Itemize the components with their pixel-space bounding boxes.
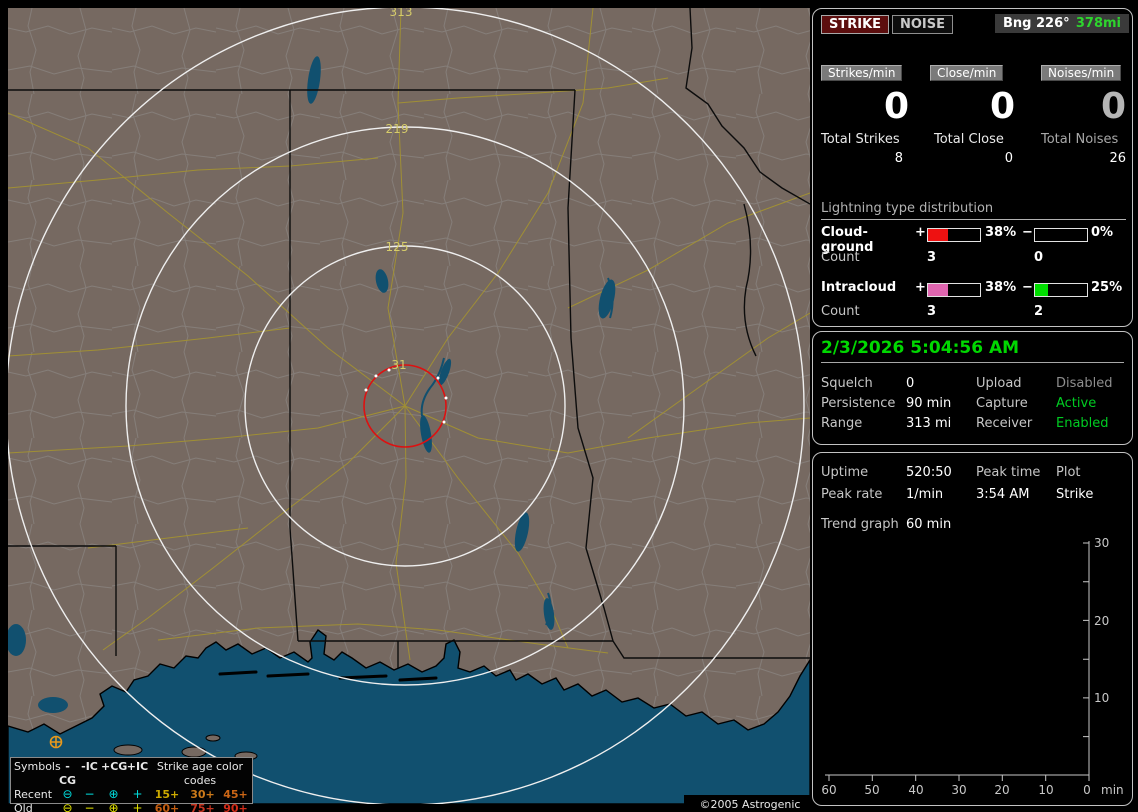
ic-minus-pct: 25% <box>1091 280 1123 295</box>
age-90: 90+ <box>223 802 248 812</box>
x-tick-40: 40 <box>908 783 923 797</box>
cg-minus-sign: − <box>1022 225 1033 240</box>
distribution-title: Lightning type distribution <box>821 201 1126 220</box>
receiver-label: Receiver <box>976 416 1033 431</box>
legend-col-pcg: +CG <box>101 760 128 773</box>
legend-col-pic: +IC <box>126 760 149 773</box>
cg-minus-pct: 0% <box>1091 225 1114 240</box>
ic-plus-bar <box>927 283 981 297</box>
noises-per-min-value: 0 <box>1100 86 1126 127</box>
nexstorm-app-window: 313 219 125 31 ©2005 Astrogenic Systems … <box>0 0 1138 812</box>
ic-count-label: Count <box>821 304 860 319</box>
x-tick-0: 0 <box>1083 783 1091 797</box>
map-legend: Symbols -CG -IC +CG +IC Strike age color… <box>10 757 253 812</box>
legend-col-nic: -IC <box>81 760 98 773</box>
intracloud-label: Intracloud <box>821 280 897 295</box>
ic-plus-sign: + <box>915 280 926 295</box>
persistence-value: 90 min <box>906 396 952 411</box>
capture-status: Active <box>1056 396 1097 411</box>
cg-count-minus: 0 <box>1034 250 1044 265</box>
squelch-value: 0 <box>906 376 915 391</box>
x-tick-10: 10 <box>1038 783 1053 797</box>
ring-label-313: 313 <box>390 8 413 19</box>
range-value: 313 mi <box>906 416 952 431</box>
ring-label-219: 219 <box>386 122 409 136</box>
ic-count-minus: 2 <box>1034 304 1044 319</box>
legend-col-ncg: -CG <box>58 760 77 787</box>
legend-row-old: Old <box>14 802 33 812</box>
legend-age-header: Strike age color codes <box>156 760 244 787</box>
cg-minus-bar <box>1034 228 1088 242</box>
total-noises-label: Total Noises <box>1041 132 1119 147</box>
datetime-underline <box>821 362 1124 363</box>
x-axis-unit: min <box>1101 783 1124 797</box>
close-per-min-column: Close/min 0 Total Close 0 <box>929 9 1015 326</box>
strike-marker-old-pcg-icon <box>49 735 63 749</box>
age-45: 45+ <box>223 788 248 801</box>
ring-label-31: 31 <box>391 358 406 372</box>
cg-count-plus: 3 <box>927 250 937 265</box>
strikes-per-min-value: 0 <box>883 86 909 127</box>
map-canvas: 313 219 125 31 <box>8 8 810 804</box>
strikes-per-min-button[interactable]: Strikes/min <box>821 65 903 81</box>
recent-pic-icon: + <box>132 787 143 801</box>
legend-symbols-header: Symbols <box>14 760 61 773</box>
recent-pcg-icon: ⊕ <box>108 787 119 801</box>
status-panel: 2/3/2026 5:04:56 AM Squelch 0 Upload Dis… <box>812 331 1133 445</box>
copyright-text: ©2005 Astrogenic Systems <box>684 795 816 812</box>
cg-count-label: Count <box>821 250 860 265</box>
x-tick-60: 60 <box>821 783 836 797</box>
old-nic-icon: − <box>84 801 95 812</box>
old-pic-icon: + <box>132 801 143 812</box>
lightning-map[interactable]: 313 219 125 31 ©2005 Astrogenic Systems <box>8 8 816 812</box>
legend-row-recent: Recent <box>14 788 53 801</box>
old-pcg-icon: ⊕ <box>108 801 119 812</box>
age-75: 75+ <box>190 802 215 812</box>
old-ncg-icon: ⊖ <box>62 801 73 812</box>
total-strikes-value: 8 <box>894 151 903 166</box>
close-per-min-button[interactable]: Close/min <box>930 65 1004 81</box>
ic-minus-bar <box>1034 283 1088 297</box>
y-tick-10: 10 <box>1094 691 1109 705</box>
recent-nic-icon: − <box>84 787 95 801</box>
cg-plus-bar <box>927 228 981 242</box>
y-tick-20: 20 <box>1094 614 1109 628</box>
x-tick-20: 20 <box>994 783 1009 797</box>
trend-graph: 30 20 10 60 50 40 30 20 10 0 min <box>821 536 1124 797</box>
x-tick-50: 50 <box>864 783 879 797</box>
y-tick-30: 30 <box>1094 536 1109 550</box>
close-per-min-value: 0 <box>989 86 1015 127</box>
trend-panel: Uptime 520:50 Peak time Plot Peak rate 1… <box>812 452 1133 806</box>
range-label: Range <box>821 416 863 431</box>
x-tick-30: 30 <box>951 783 966 797</box>
recent-ncg-icon: ⊖ <box>62 787 73 801</box>
noises-per-min-column: Noises/min 0 Total Noises 26 <box>1039 9 1126 326</box>
persistence-label: Persistence <box>821 396 896 411</box>
capture-label: Capture <box>976 396 1028 411</box>
total-close-value: 0 <box>1004 151 1013 166</box>
age-30: 30+ <box>190 788 215 801</box>
squelch-label: Squelch <box>821 376 873 391</box>
datetime-display: 2/3/2026 5:04:56 AM <box>821 338 1020 358</box>
upload-label: Upload <box>976 376 1022 391</box>
upload-status: Disabled <box>1056 376 1113 391</box>
age-60: 60+ <box>154 802 180 812</box>
total-close-label: Total Close <box>934 132 1004 147</box>
noises-per-min-button[interactable]: Noises/min <box>1041 65 1122 81</box>
total-noises-value: 26 <box>1109 151 1126 166</box>
strike-counter-panel: STRIKE NOISE Bng 226° 378mi Strikes/min … <box>812 8 1133 327</box>
age-15: 15+ <box>154 788 180 801</box>
cg-plus-pct: 38% <box>985 225 1017 240</box>
receiver-status: Enabled <box>1056 416 1109 431</box>
total-strikes-label: Total Strikes <box>821 132 900 147</box>
strikes-per-min-column: Strikes/min 0 Total Strikes 8 <box>821 9 909 326</box>
ic-count-plus: 3 <box>927 304 937 319</box>
cg-plus-sign: + <box>915 225 926 240</box>
ring-label-125: 125 <box>386 240 409 254</box>
ic-minus-sign: − <box>1022 280 1033 295</box>
ic-plus-pct: 38% <box>985 280 1017 295</box>
